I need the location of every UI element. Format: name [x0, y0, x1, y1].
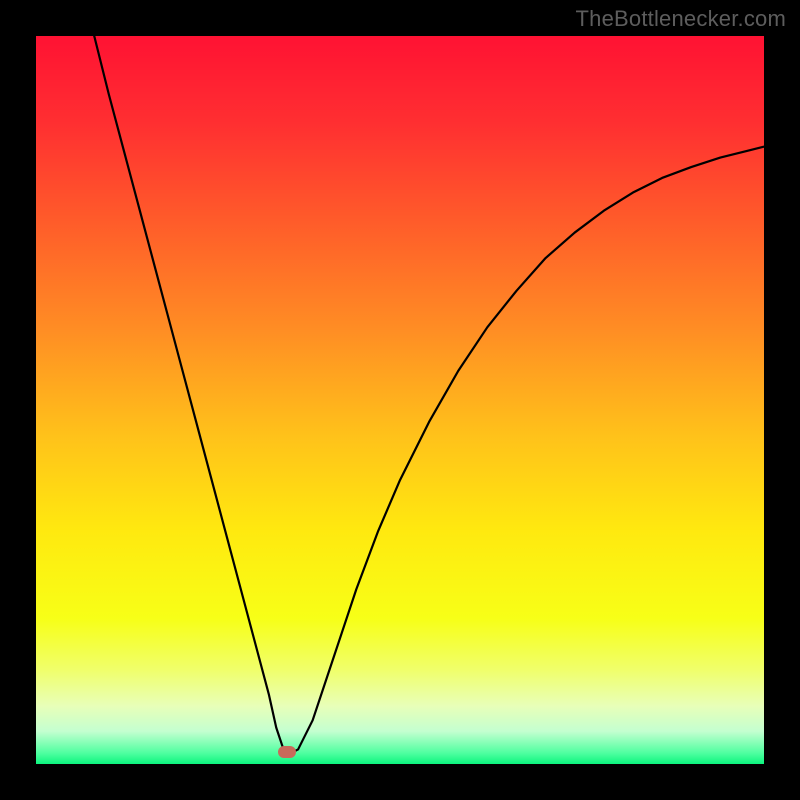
chart-svg — [36, 36, 764, 764]
optimum-marker — [278, 746, 296, 758]
chart-frame: TheBottlenecker.com — [0, 0, 800, 800]
plot-area — [36, 36, 764, 764]
watermark-text: TheBottlenecker.com — [576, 6, 786, 32]
gradient-background — [36, 36, 764, 764]
